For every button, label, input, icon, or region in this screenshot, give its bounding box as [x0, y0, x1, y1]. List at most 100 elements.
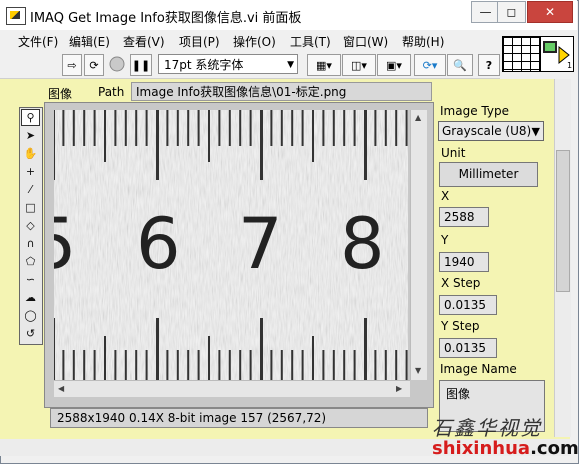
menu-edit[interactable]: 编辑(E): [69, 33, 110, 50]
menu-file[interactable]: 文件(F): [18, 33, 58, 50]
unit-indicator[interactable]: Millimeter: [439, 162, 538, 187]
freehand-line-tool[interactable]: ∽: [21, 271, 40, 288]
run-continuous-icon: ⟳: [89, 58, 99, 72]
y-step-indicator: 0.0135: [439, 338, 497, 358]
crosshair-icon: +: [25, 165, 36, 178]
vi-icon[interactable]: 1: [540, 36, 574, 72]
connector-pane[interactable]: [502, 36, 540, 72]
ruler-tick-top: [166, 110, 169, 146]
pan-tool[interactable]: ✋: [21, 145, 40, 162]
ruler-tick-bottom: [83, 350, 86, 380]
reorder-button[interactable]: ⟳▾: [414, 54, 446, 76]
rectangle-icon: □: [25, 201, 36, 214]
image-horizontal-scrollbar[interactable]: ◀ ▶: [54, 380, 410, 397]
y-label: Y: [441, 233, 449, 247]
pause-icon: ❚❚: [131, 58, 151, 72]
menu-project[interactable]: 项目(P): [179, 33, 220, 50]
ruler-tick-top: [322, 110, 325, 146]
ruler-tick-bottom: [384, 350, 387, 380]
close-icon: ✕: [544, 5, 556, 19]
ruler-tick-bottom: [301, 350, 304, 380]
ruler-tick-bottom: [166, 350, 169, 380]
x-step-indicator: 0.0135: [439, 295, 497, 315]
point-tool[interactable]: +: [21, 163, 40, 180]
ruler-image: 5678: [54, 110, 408, 380]
image-vertical-scrollbar[interactable]: ▲ ▼: [410, 110, 427, 380]
resize-objects-button[interactable]: ▣▾: [377, 54, 411, 76]
ruler-tick-top: [239, 110, 242, 146]
image-type-selector[interactable]: Grayscale (U8) ▼: [438, 121, 544, 141]
ruler-tick-top: [301, 110, 304, 146]
zoom-tool[interactable]: ⚲: [21, 109, 40, 126]
context-help-button[interactable]: ?: [478, 54, 500, 76]
menu-window[interactable]: 窗口(W): [343, 33, 388, 50]
freehand-icon: ∽: [25, 273, 36, 286]
scroll-right-icon[interactable]: ▶: [396, 384, 402, 393]
ruler-tick-top: [280, 110, 283, 146]
menu-view[interactable]: 查看(V): [123, 33, 165, 50]
image-type-value: Grayscale (U8): [442, 124, 532, 138]
scroll-left-icon[interactable]: ◀: [58, 384, 64, 393]
ruler-tick-bottom: [270, 350, 273, 380]
run-button[interactable]: ⇨: [62, 54, 82, 76]
search-icon: 🔍: [453, 58, 467, 72]
selection-tool[interactable]: ➤: [21, 127, 40, 144]
polygon-tool[interactable]: ⬠: [21, 253, 40, 270]
line-tool[interactable]: ⁄: [21, 181, 40, 198]
watermark-url-tld: .com: [530, 438, 579, 459]
ruler-tick-bottom: [114, 350, 117, 380]
ruler-tick-top: [93, 110, 96, 146]
ruler-tick-bottom: [364, 318, 367, 380]
ruler-tick-top: [228, 110, 231, 146]
ruler-tick-top: [405, 110, 408, 146]
ruler-tick-bottom: [54, 318, 55, 380]
watermark-chinese: 石鑫华视觉: [432, 416, 542, 440]
x-step-label: X Step: [441, 276, 481, 290]
close-button[interactable]: ✕: [527, 1, 573, 23]
ruler-tick-top: [104, 110, 106, 162]
font-selector[interactable]: 17pt 系统字体 ▼: [158, 54, 298, 74]
run-arrow-icon: ⇨: [67, 58, 77, 72]
freehand-region-tool[interactable]: ☁: [21, 289, 40, 306]
broken-line-tool[interactable]: ↺: [21, 325, 40, 342]
menu-help[interactable]: 帮助(H): [402, 33, 444, 50]
pause-button[interactable]: ❚❚: [130, 54, 152, 76]
abort-button[interactable]: [108, 54, 126, 74]
menu-tools[interactable]: 工具(T): [290, 33, 331, 50]
panel-scroll-thumb[interactable]: [556, 150, 570, 292]
rectangle-tool[interactable]: □: [21, 199, 40, 216]
ruler-digit: 6: [136, 203, 181, 285]
ruler-digit: 5: [54, 203, 77, 285]
ruler-tick-top: [218, 110, 221, 146]
ruler-tick-bottom: [260, 318, 263, 380]
oval-tool[interactable]: ◯: [21, 307, 40, 324]
ruler-tick-bottom: [135, 350, 138, 380]
ruler-tick-top: [208, 110, 210, 162]
image-display[interactable]: 5678: [54, 110, 408, 380]
ruler-tick-bottom: [208, 336, 210, 380]
run-continuously-button[interactable]: ⟳: [84, 54, 104, 76]
align-objects-button[interactable]: ▦▾: [307, 54, 341, 76]
distribute-objects-button[interactable]: ◫▾: [342, 54, 376, 76]
image-name-label: Image Name: [440, 362, 517, 376]
ruler-tick-top: [291, 110, 294, 146]
scroll-down-icon[interactable]: ▼: [415, 366, 421, 375]
ruler-tick-bottom: [239, 350, 242, 380]
abort-icon: [109, 56, 125, 72]
search-button[interactable]: 🔍: [447, 54, 473, 76]
menu-operate[interactable]: 操作(O): [233, 33, 276, 50]
ruler-tick-bottom: [343, 350, 346, 380]
menu-bar: 文件(F) 编辑(E) 查看(V) 项目(P) 操作(O) 工具(T) 窗口(W…: [0, 30, 500, 50]
help-icon: ?: [485, 58, 493, 72]
annulus-tool[interactable]: ∩: [21, 235, 40, 252]
minimize-button[interactable]: —: [471, 1, 500, 23]
rotated-rect-tool[interactable]: ◇: [21, 217, 40, 234]
ruler-tick-bottom: [93, 350, 96, 380]
path-control[interactable]: Image Info获取图像信息\01-标定.png: [131, 82, 432, 101]
maximize-button[interactable]: ◻: [497, 1, 526, 23]
watermark-url-domain: shixinhua: [432, 438, 531, 459]
ruler-tick-top: [364, 110, 367, 180]
scroll-up-icon[interactable]: ▲: [415, 113, 421, 122]
ruler-tick-bottom: [312, 336, 314, 380]
diamond-icon: ◇: [26, 219, 35, 232]
